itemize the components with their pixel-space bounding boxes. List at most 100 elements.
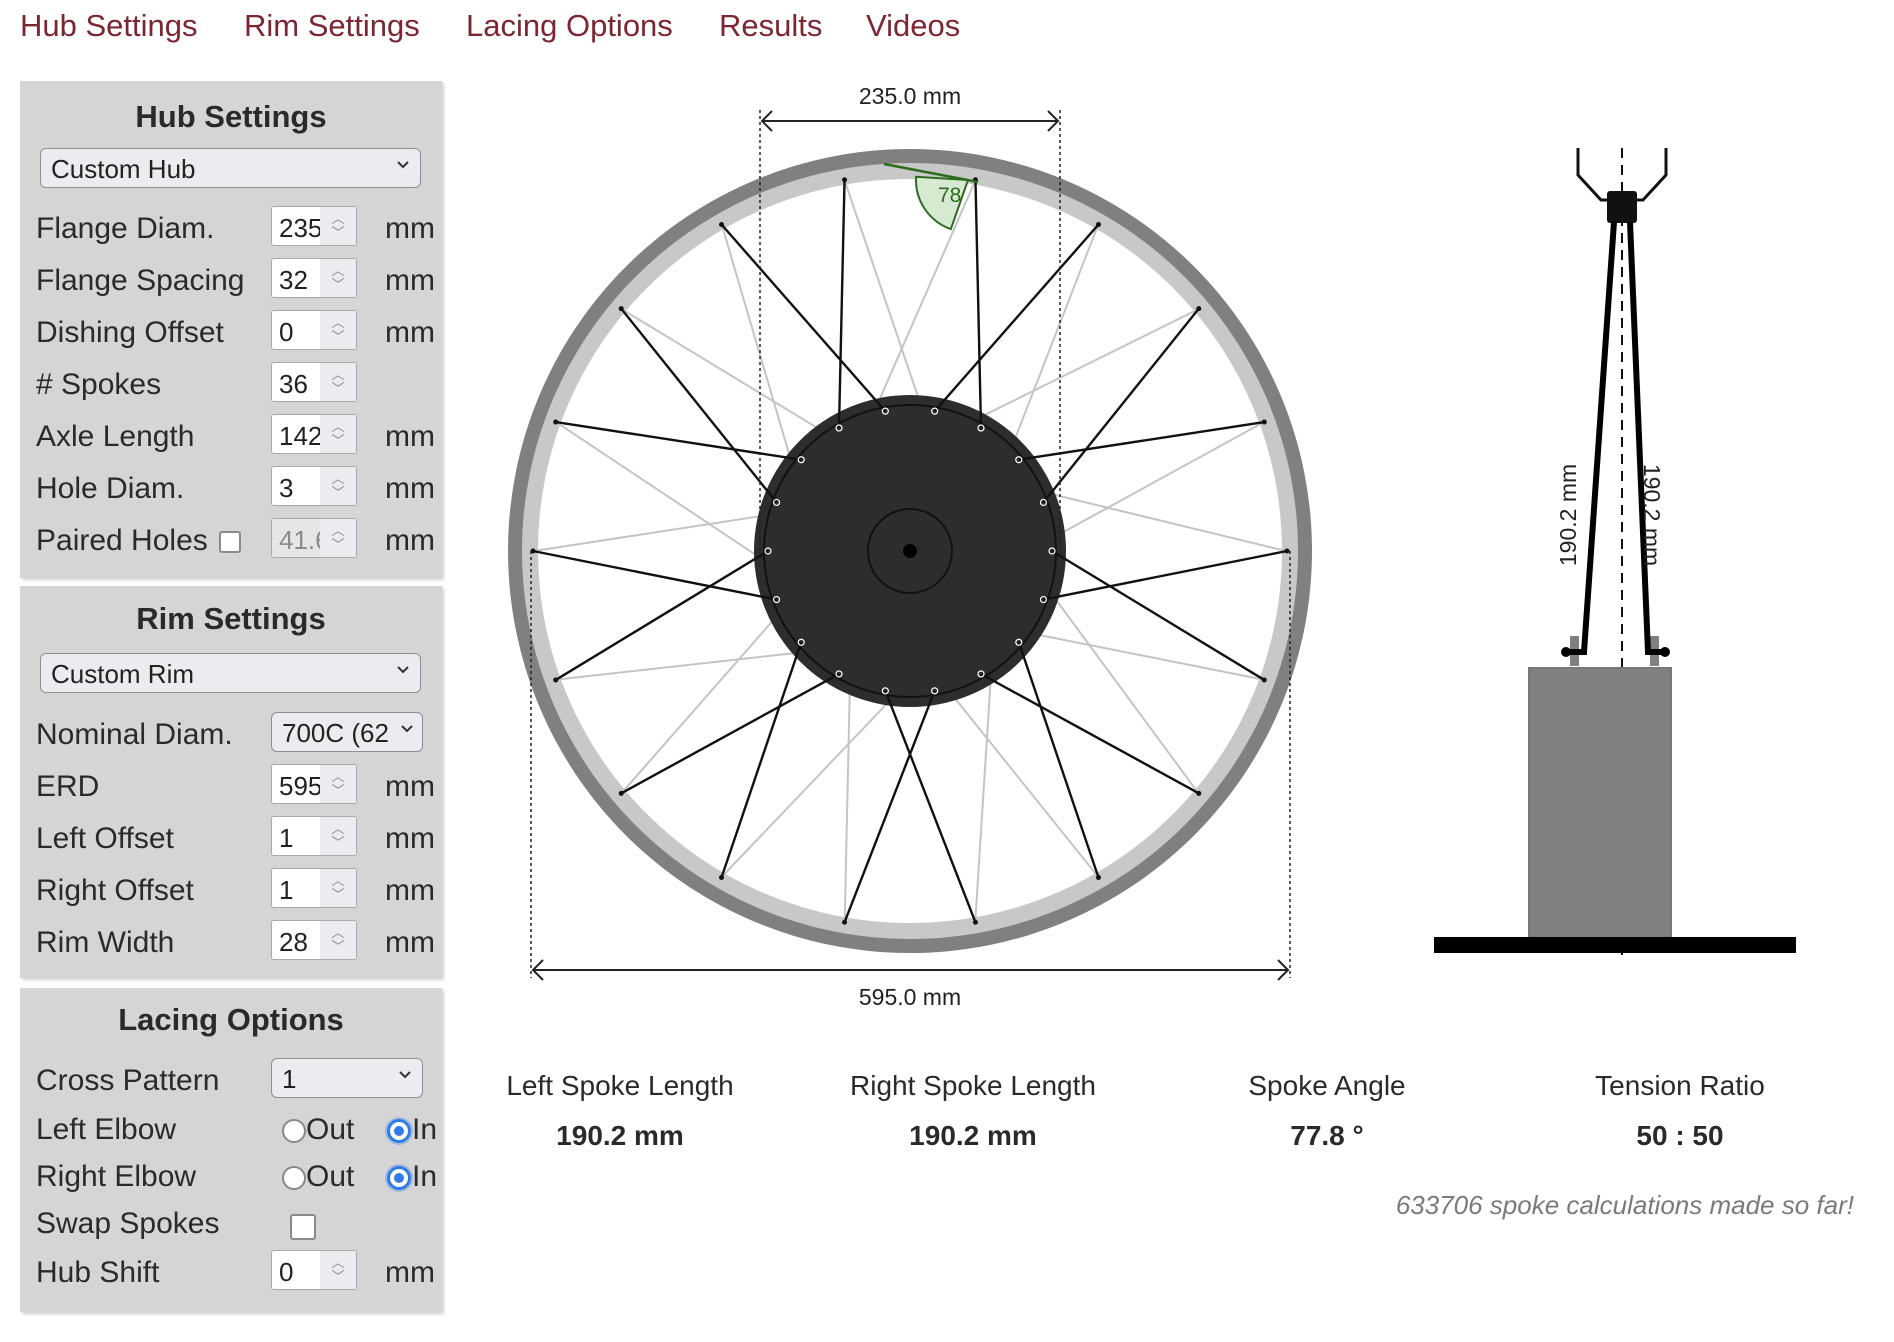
result-spoke-angle: Spoke Angle 77.8 °: [1167, 1070, 1487, 1152]
field-label: Rim Width: [36, 926, 175, 959]
result-label: Right Spoke Length: [850, 1070, 1096, 1101]
unit-label: mm: [385, 472, 435, 505]
result-label: Spoke Angle: [1248, 1070, 1406, 1101]
stepper-icon[interactable]: ︿ ﹀: [320, 311, 356, 349]
spoke-angle-tangent: [883, 162, 979, 184]
field-label: Right Offset: [36, 874, 194, 907]
erd-input[interactable]: 595 ︿ ﹀: [271, 764, 357, 804]
unit-label: mm: [385, 822, 435, 855]
left-offset-input[interactable]: 1 ︿ ﹀: [271, 816, 357, 856]
spoke-nipple: [1196, 790, 1202, 796]
left-spoke-head: [1561, 647, 1571, 657]
radio-label: Out: [306, 1113, 355, 1146]
spoke-nipple: [1096, 874, 1101, 880]
stepper-icon[interactable]: ︿ ﹀: [320, 363, 356, 401]
hub-holes: [764, 407, 1056, 695]
hub-preset-select[interactable]: Custom Hub: [40, 148, 421, 188]
hub-shift-input[interactable]: 0 ︿ ﹀: [271, 1250, 357, 1290]
field-nominal-diam: Nominal Diam. 700C (622): [36, 712, 436, 756]
rim-preset-select[interactable]: Custom Rim: [40, 653, 421, 693]
spoke-back: [1046, 587, 1199, 794]
spoke-back: [621, 308, 830, 436]
unit-label: mm: [385, 770, 435, 803]
field-rim-width: Rim Width 28 ︿ ﹀ mm: [36, 920, 436, 964]
spoke-front: [555, 420, 802, 461]
right-spoke-dim-label: 190.2 mm: [1639, 464, 1665, 566]
stepper-icon[interactable]: ︿ ﹀: [320, 921, 356, 959]
spoke-front: [980, 672, 1200, 795]
stepper-icon[interactable]: ︿ ﹀: [320, 869, 356, 907]
field-label: Swap Spokes: [36, 1207, 220, 1240]
front-spokes: [530, 177, 1290, 925]
hub-hole: [797, 456, 805, 464]
radio-label: In: [412, 1160, 438, 1193]
erd-dim-label: 595.0 mm: [859, 984, 961, 1010]
stepper-icon[interactable]: ︿ ﹀: [320, 415, 356, 453]
flange-right: [1650, 636, 1659, 666]
spoke-front: [620, 307, 778, 504]
field-cross-pattern: Cross Pattern 1: [36, 1058, 436, 1102]
spoke-nipple: [972, 919, 978, 925]
hub-hole: [764, 547, 772, 555]
nav-rim-settings[interactable]: Rim Settings: [244, 8, 420, 44]
unit-label: mm: [385, 524, 435, 557]
nav-videos[interactable]: Videos: [866, 8, 960, 44]
calculation-counter: 633706 spoke calculations made so far!: [1395, 1190, 1854, 1220]
field-erd: ERD 595 ︿ ﹀ mm: [36, 764, 436, 808]
spoke-back: [1026, 631, 1264, 681]
stepper-icon[interactable]: ︿ ﹀: [320, 259, 356, 297]
flange-dim-label: 235.0 mm: [859, 83, 961, 109]
rim-width-input[interactable]: 28 ︿ ﹀: [271, 920, 357, 960]
flange-diam-input[interactable]: 235 ︿ ﹀: [271, 206, 357, 246]
hub-hole: [772, 595, 781, 604]
flange-dim-arrow-left: [760, 110, 773, 132]
field-hub-shift: Hub Shift 0 ︿ ﹀ mm: [36, 1250, 436, 1294]
nav-hub-settings[interactable]: Hub Settings: [20, 8, 198, 44]
spoke-back: [843, 679, 851, 922]
right-elbow-in-radio[interactable]: [387, 1166, 411, 1190]
radio-label: In: [412, 1113, 438, 1146]
spoke-front: [1018, 420, 1265, 461]
field-label: Paired Holes: [36, 524, 208, 557]
hub-hole: [835, 424, 843, 432]
right-offset-input[interactable]: 1 ︿ ﹀: [271, 868, 357, 908]
stepper-icon[interactable]: ︿ ﹀: [320, 817, 356, 855]
radio-label: Out: [306, 1160, 355, 1193]
right-elbow-out-radio[interactable]: [282, 1166, 306, 1190]
spoke-nipple: [530, 548, 536, 554]
flange-spacing-input[interactable]: 32 ︿ ﹀: [271, 258, 357, 298]
stepper-icon[interactable]: ︿ ﹀: [320, 765, 356, 803]
spoke-angle-label: 78: [938, 184, 961, 207]
base-bar: [1434, 937, 1796, 953]
nav-lacing-options[interactable]: Lacing Options: [466, 8, 673, 44]
spokes-input[interactable]: 36 ︿ ﹀: [271, 362, 357, 402]
hub-body: [754, 395, 1066, 707]
field-left-elbow: Left Elbow Out In: [36, 1107, 438, 1151]
hub-hole: [977, 424, 985, 432]
paired-holes-checkbox[interactable]: [219, 531, 241, 553]
nav-results[interactable]: Results: [719, 8, 822, 44]
hub-hole: [977, 670, 985, 678]
stepper-icon[interactable]: ︿ ﹀: [320, 467, 356, 505]
unit-label: mm: [385, 926, 435, 959]
stepper-icon[interactable]: ︿ ﹀: [320, 207, 356, 245]
left-elbow-out-radio[interactable]: [282, 1119, 306, 1143]
stepper-icon[interactable]: ︿ ﹀: [320, 1251, 356, 1289]
left-elbow-in-radio[interactable]: [387, 1119, 411, 1143]
axle-length-input[interactable]: 142 ︿ ﹀: [271, 414, 357, 454]
spoke-back: [974, 667, 993, 922]
hub-hole: [931, 687, 939, 695]
right-spoke-head: [1660, 647, 1670, 657]
field-axle-length: Axle Length 142 ︿ ﹀ mm: [36, 414, 436, 458]
cross-pattern-select[interactable]: 1: [271, 1058, 423, 1098]
dishing-offset-input[interactable]: 0 ︿ ﹀: [271, 310, 357, 350]
spoke-nipple: [1096, 222, 1101, 228]
flange-left: [1570, 636, 1579, 666]
field-label: Hub Shift: [36, 1256, 160, 1289]
spoke-nipple: [618, 306, 624, 312]
swap-spokes-checkbox[interactable]: [290, 1214, 316, 1240]
hole-diam-input[interactable]: 3 ︿ ﹀: [271, 466, 357, 506]
hub-axle-ring: [867, 508, 953, 594]
lacing-options-title: Lacing Options: [118, 1002, 344, 1037]
nominal-diam-select[interactable]: 700C (622): [271, 712, 423, 752]
